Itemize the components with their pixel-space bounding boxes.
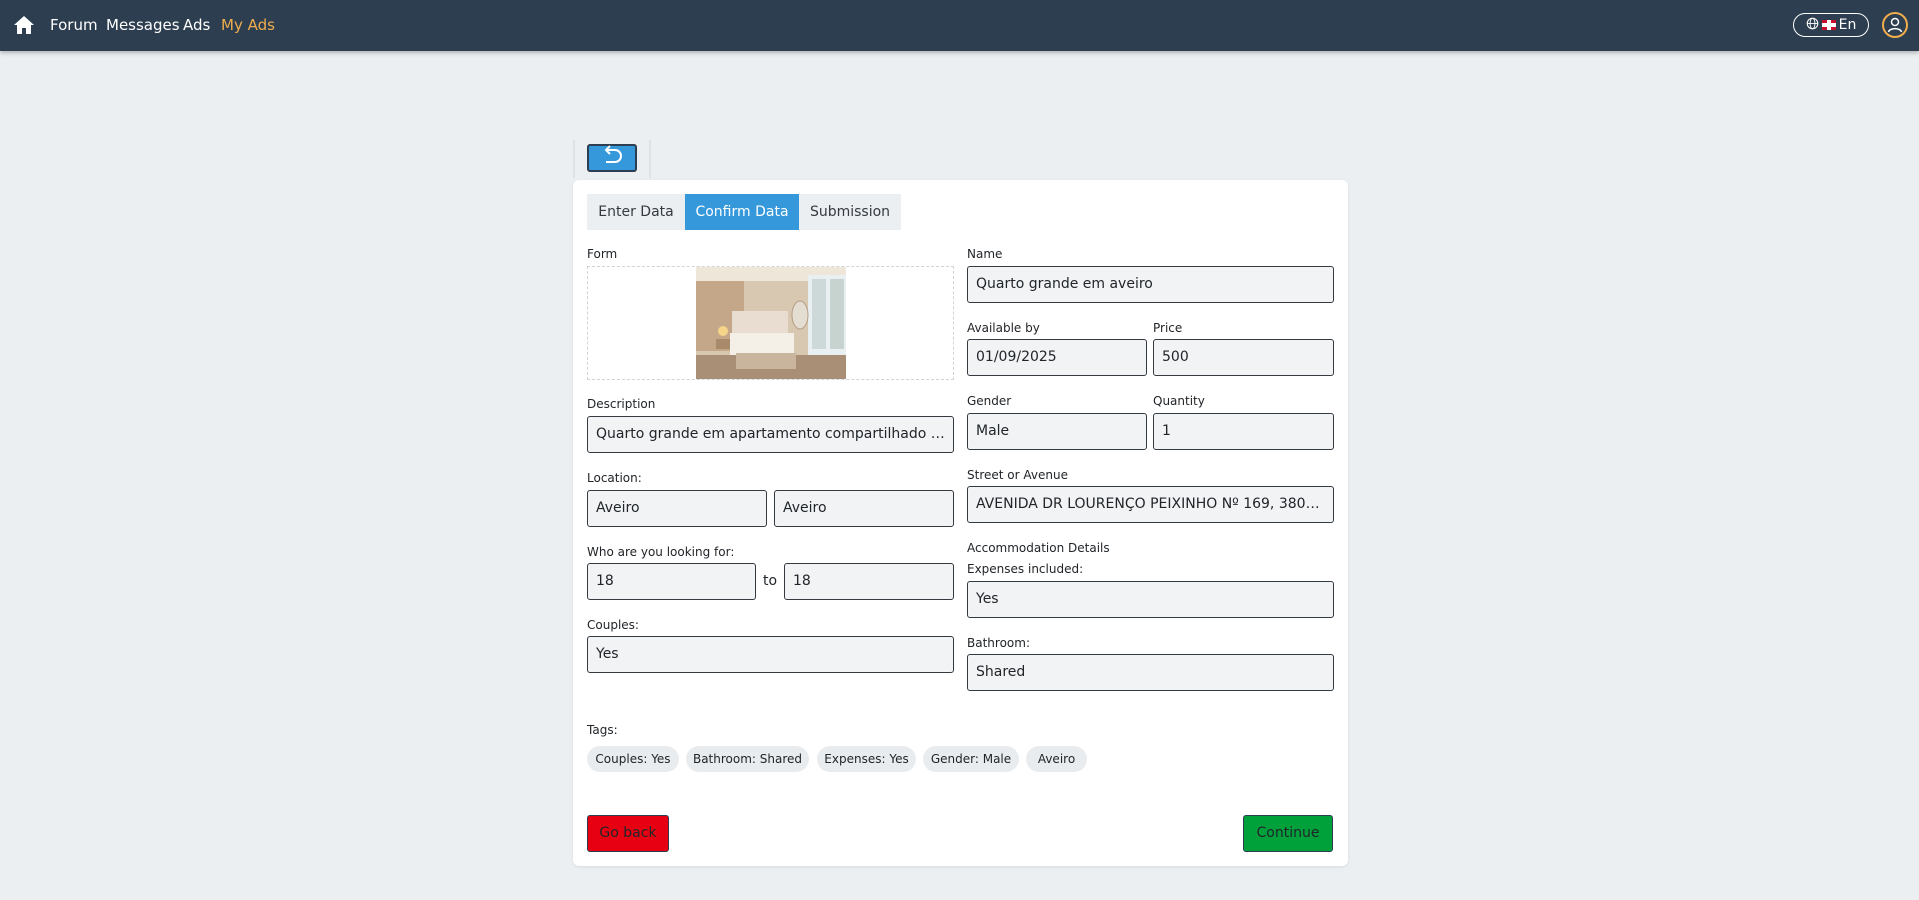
location-city-field[interactable]: Aveiro <box>774 490 954 527</box>
description-field[interactable]: Quarto grande em apartamento compartilha… <box>587 416 954 453</box>
couples-label: Couples: <box>587 618 639 632</box>
room-photo <box>696 267 846 379</box>
tag-chip: Couples: Yes <box>587 746 679 772</box>
price-label: Price <box>1153 321 1183 335</box>
description-label: Description <box>587 397 656 411</box>
ad-form-card: Enter Data Confirm Data Submission Form <box>573 180 1348 866</box>
nav-link-ads[interactable]: Ads <box>183 15 210 35</box>
language-selector[interactable]: En <box>1793 13 1869 37</box>
available-by-label: Available by <box>967 321 1040 335</box>
continue-button[interactable]: Continue <box>1243 815 1333 852</box>
photo-dropzone[interactable] <box>587 266 954 380</box>
tag-chip: Gender: Male <box>923 746 1019 772</box>
top-navbar: Forum Messages Ads My Ads En <box>0 0 1919 51</box>
nav-link-forum[interactable]: Forum <box>50 15 98 35</box>
tag-chip: Bathroom: Shared <box>686 746 809 772</box>
back-button[interactable] <box>587 144 637 172</box>
user-circle-icon <box>1884 17 1906 40</box>
gender-label: Gender <box>967 394 1012 408</box>
tab-enter-data[interactable]: Enter Data <box>587 194 685 230</box>
tag-chip: Aveiro <box>1026 746 1087 772</box>
age-from-field[interactable]: 18 <box>587 563 756 600</box>
nav-link-my-ads[interactable]: My Ads <box>221 15 275 35</box>
expenses-field[interactable]: Yes <box>967 581 1334 618</box>
expenses-label: Expenses included: <box>967 562 1084 576</box>
name-label: Name <box>967 247 1003 261</box>
tab-submission[interactable]: Submission <box>799 194 901 230</box>
uk-flag-icon <box>1821 20 1836 30</box>
price-field[interactable]: 500 <box>1153 339 1334 376</box>
bathroom-label: Bathroom: <box>967 636 1030 650</box>
age-range-separator: to <box>763 573 778 589</box>
street-field[interactable]: AVENIDA DR LOURENÇO PEIXINHO Nº 169, 380… <box>967 486 1334 523</box>
photo-label: Form <box>587 247 618 261</box>
tags-label: Tags: <box>587 723 618 737</box>
nav-link-messages[interactable]: Messages <box>106 15 180 35</box>
go-back-button[interactable]: Go back <box>587 815 669 852</box>
tag-chip: Expenses: Yes <box>817 746 916 772</box>
home-icon[interactable] <box>12 13 36 37</box>
gender-field[interactable]: Male <box>967 413 1147 450</box>
undo-arrow-icon <box>599 145 625 171</box>
location-label: Location: <box>587 471 642 485</box>
quantity-label: Quantity <box>1153 394 1205 408</box>
street-label: Street or Avenue <box>967 468 1068 482</box>
tab-confirm-data[interactable]: Confirm Data <box>685 194 799 230</box>
user-menu-button[interactable] <box>1882 12 1908 38</box>
globe-icon <box>1806 17 1819 34</box>
quantity-field[interactable]: 1 <box>1153 413 1334 450</box>
location-district-field[interactable]: Aveiro <box>587 490 767 527</box>
couples-field[interactable]: Yes <box>587 636 954 673</box>
bathroom-field[interactable]: Shared <box>967 654 1334 691</box>
age-to-field[interactable]: 18 <box>784 563 954 600</box>
accommodation-details-heading: Accommodation Details <box>967 541 1110 555</box>
language-label: En <box>1838 17 1857 33</box>
name-field[interactable]: Quarto grande em aveiro <box>967 266 1334 303</box>
available-by-field[interactable]: 01/09/2025 <box>967 339 1147 376</box>
looking-for-label: Who are you looking for: <box>587 545 735 559</box>
